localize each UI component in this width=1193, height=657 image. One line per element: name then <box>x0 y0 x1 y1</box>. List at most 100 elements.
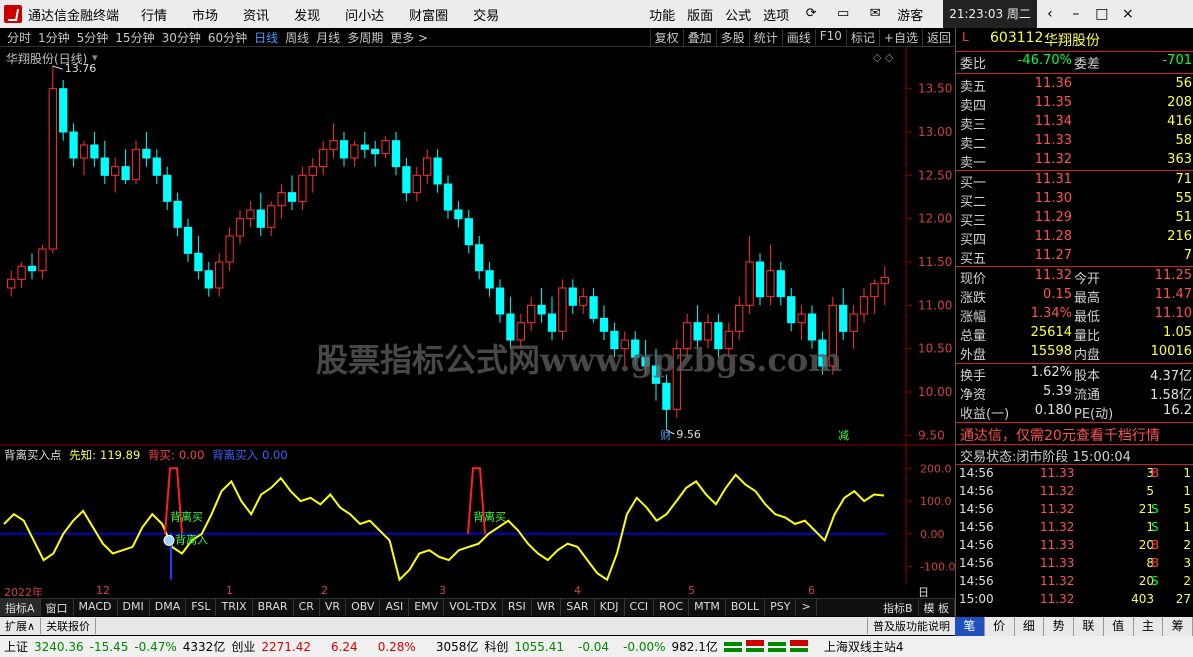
watermark: 股票指标公式网www.gpzbgs.com <box>316 341 843 379</box>
indicator-tab[interactable]: DMI <box>118 599 150 616</box>
indicator-tab[interactable]: RSI <box>503 599 532 616</box>
candle-body <box>215 261 224 289</box>
tool-tongji[interactable]: 统计 <box>748 28 782 46</box>
date-label: 12 <box>96 584 110 597</box>
period-daily[interactable]: 日线 <box>254 29 278 46</box>
candle-body <box>423 157 432 176</box>
ext-toggle[interactable]: 扩展∧ <box>0 618 42 634</box>
indicator-tab[interactable]: PSY <box>765 599 797 616</box>
candle-body <box>27 265 37 272</box>
refresh-icon[interactable]: ⟳ <box>801 5 821 23</box>
indicator-tab[interactable]: BOLL <box>726 599 766 616</box>
kc-index[interactable]: 1055.41 <box>514 640 564 654</box>
sh-index[interactable]: 3240.36 <box>34 640 84 654</box>
right-tab[interactable]: 联 <box>1074 617 1104 636</box>
candle-body <box>412 174 421 194</box>
period-30min[interactable]: 30分钟 <box>162 29 201 46</box>
right-tab[interactable]: 筹 <box>1163 617 1193 636</box>
tick-price: 11.32 <box>1040 484 1075 498</box>
menu-faxian[interactable]: 发现 <box>294 5 320 24</box>
candle-body <box>485 270 494 289</box>
mail-icon[interactable]: ✉ <box>865 5 885 23</box>
price-tick-label: 10.00 <box>918 385 952 399</box>
period-1min[interactable]: 1分钟 <box>38 29 70 46</box>
screen-icon[interactable]: ▭ <box>833 5 853 23</box>
menu-gongshi[interactable]: 公式 <box>725 5 751 24</box>
menu-jiaoyi[interactable]: 交易 <box>473 5 499 24</box>
app-title: 通达信金融终端 <box>28 8 120 24</box>
menu-zixun[interactable]: 资讯 <box>243 5 269 24</box>
indicator-tab[interactable]: ROC <box>654 599 690 616</box>
minimize-icon[interactable]: – <box>1063 6 1089 22</box>
indicator-tab[interactable]: OBV <box>346 599 381 616</box>
promo-text[interactable]: 通达信，仅需20元查看千档行情 <box>960 425 1160 445</box>
tick-price: 11.33 <box>1040 538 1075 552</box>
indicator-tab[interactable]: MACD <box>74 599 118 616</box>
tool-zixuan[interactable]: +自选 <box>878 28 922 46</box>
indicator-tab[interactable]: CR <box>294 599 320 616</box>
indicator-tab[interactable]: TRIX <box>216 599 253 616</box>
indicator-tab[interactable]: VR <box>320 599 347 616</box>
period-fenshi[interactable]: 分时 <box>7 29 31 46</box>
indicator-tab[interactable]: MTM <box>689 599 726 616</box>
right-tab[interactable]: 细 <box>1015 617 1045 636</box>
menu-caifuquan[interactable]: 财富圈 <box>409 5 448 24</box>
back-icon[interactable]: ‹ <box>1037 6 1063 22</box>
indicator-tab-right[interactable]: 模 板 <box>919 599 955 616</box>
tick-side: B <box>1151 556 1160 570</box>
user-label[interactable]: 游客 <box>897 5 923 24</box>
right-tab[interactable]: 值 <box>1104 617 1134 636</box>
period-monthly[interactable]: 月线 <box>316 29 340 46</box>
indicator-tab[interactable]: 窗口 <box>41 599 74 616</box>
indicator-tab-right[interactable]: 指标B <box>878 599 919 616</box>
indicator-tab[interactable]: ASI <box>380 599 410 616</box>
tool-huaxian[interactable]: 画线 <box>781 28 815 46</box>
related-quote[interactable]: 关联报价 <box>41 618 97 634</box>
tool-fanhui[interactable]: 返回 <box>921 28 955 46</box>
maximize-icon[interactable]: □ <box>1089 6 1115 22</box>
menu-gongneng[interactable]: 功能 <box>649 5 675 24</box>
indicator-tab[interactable]: SAR <box>561 599 595 616</box>
help-link[interactable]: 普及版功能说明 <box>867 618 955 634</box>
indicator-tab[interactable]: > <box>796 599 817 616</box>
indicator-tab[interactable]: EMV <box>409 599 445 616</box>
tool-fuquan[interactable]: 复权 <box>649 28 683 46</box>
right-tab[interactable]: 笔 <box>955 617 985 636</box>
indicator-tab[interactable]: CCI <box>625 599 655 616</box>
tool-f10[interactable]: F10 <box>814 28 846 46</box>
tool-diejia[interactable]: 叠加 <box>682 28 716 46</box>
kline-chart[interactable]: 13.50 13.00 12.50 12.00 11.50 11.00 10.50 10.00… <box>0 47 955 584</box>
indicator-tab[interactable]: 指标A <box>0 599 41 616</box>
menu-hangqing[interactable]: 行情 <box>141 5 167 24</box>
period-multi[interactable]: 多周期 <box>347 29 383 46</box>
tick-side: B <box>1151 466 1160 480</box>
right-tab[interactable]: 价 <box>985 617 1015 636</box>
indicator-tab[interactable]: DMA <box>150 599 187 616</box>
tool-duogu[interactable]: 多股 <box>715 28 749 46</box>
indicator-tabs: 指标A 窗口 MACD DMI DMA FSL TRIX BRAR CR VR OBV ASI EMV V… <box>0 598 955 616</box>
menu-shichang[interactable]: 市场 <box>192 5 218 24</box>
candle-body <box>298 174 307 202</box>
period-more[interactable]: 更多 > <box>390 29 428 46</box>
indicator-tab[interactable]: WR <box>532 599 562 616</box>
right-tab[interactable]: 势 <box>1044 617 1074 636</box>
menu-xuanxiang[interactable]: 选项 <box>763 5 789 24</box>
kc-amount: 982.1亿 <box>671 640 718 654</box>
right-tab[interactable]: 主 <box>1134 617 1164 636</box>
indicator-tab[interactable]: VOL-TDX <box>444 599 503 616</box>
menu-wenxiaoda[interactable]: 问小达 <box>345 5 384 24</box>
menu-banmian[interactable]: 版面 <box>687 5 713 24</box>
indicator-tab[interactable]: FSL <box>186 599 217 616</box>
candle-body <box>371 148 380 155</box>
period-5min[interactable]: 5分钟 <box>77 29 109 46</box>
tick-count: 1 <box>1183 466 1191 480</box>
tool-biaoji[interactable]: 标记 <box>845 28 879 46</box>
period-weekly[interactable]: 周线 <box>285 29 309 46</box>
close-icon[interactable]: × <box>1115 6 1141 22</box>
indicator-tab[interactable]: BRAR <box>253 599 294 616</box>
indicator-tab[interactable]: KDJ <box>595 599 625 616</box>
period-60min[interactable]: 60分钟 <box>208 29 247 46</box>
period-15min[interactable]: 15分钟 <box>115 29 154 46</box>
date-label: 3 <box>439 584 446 597</box>
cy-index[interactable]: 2271.42 <box>261 640 311 654</box>
